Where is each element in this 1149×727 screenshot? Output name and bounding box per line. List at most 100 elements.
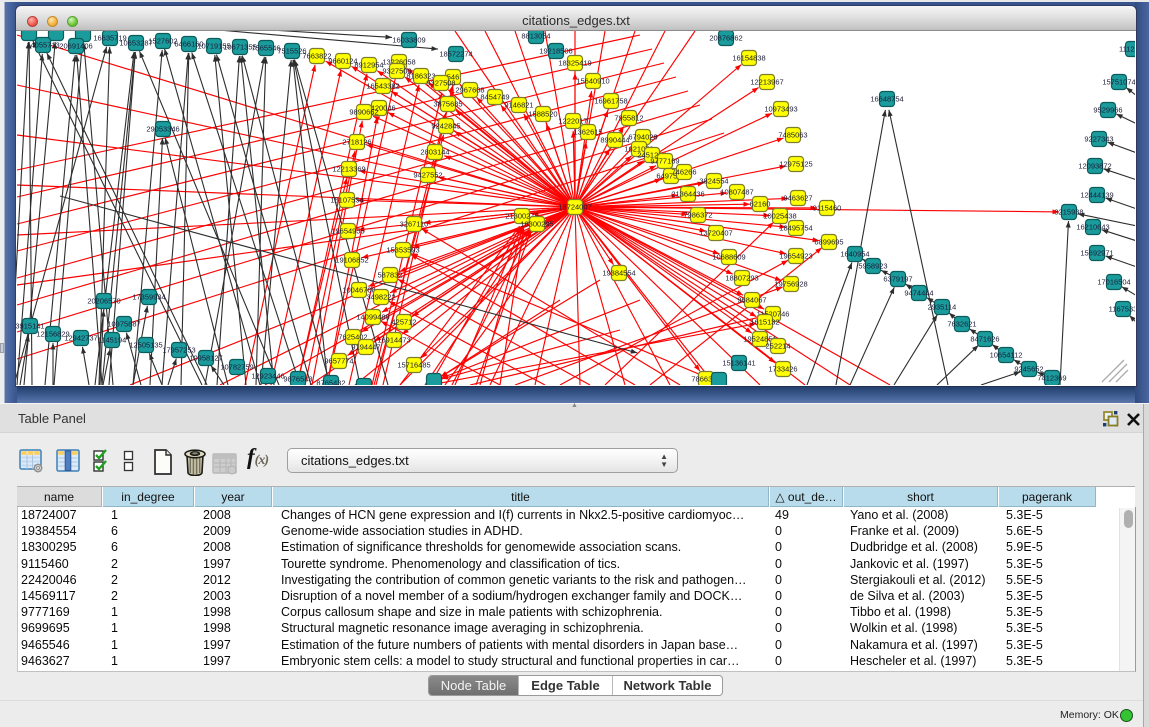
- svg-text:62160: 62160: [750, 200, 771, 209]
- svg-text:18724007: 18724007: [558, 203, 591, 212]
- svg-text:6899695: 6899695: [814, 238, 843, 247]
- svg-text:8912954: 8912954: [354, 61, 383, 70]
- svg-text:1362615: 1362615: [573, 128, 602, 137]
- svg-text:9227343: 9227343: [1084, 135, 1113, 144]
- svg-text:1145194: 1145194: [98, 336, 127, 345]
- svg-text:17359934: 17359934: [132, 293, 165, 302]
- svg-text:5958923: 5958923: [858, 262, 887, 271]
- svg-text:9327508: 9327508: [426, 79, 455, 88]
- svg-text:9657774: 9657774: [324, 357, 353, 366]
- svg-text:16154838: 16154838: [732, 54, 765, 63]
- svg-text:12942737: 12942737: [64, 334, 97, 343]
- svg-text:7565546: 7565546: [251, 44, 280, 53]
- svg-text:16961758: 16961758: [594, 97, 627, 106]
- svg-text:746266: 746266: [671, 168, 696, 177]
- svg-text:19756928: 19756928: [774, 280, 807, 289]
- svg-text:9876543: 9876543: [283, 375, 312, 384]
- svg-text:1588520: 1588520: [528, 110, 557, 119]
- svg-text:20876862: 20876862: [709, 34, 742, 43]
- svg-text:15353593: 15353593: [386, 246, 419, 255]
- svg-text:17016504: 17016504: [1097, 278, 1130, 287]
- svg-text:1733426: 1733426: [768, 365, 797, 374]
- svg-text:18325419: 18325419: [558, 59, 591, 68]
- svg-text:7955812: 7955812: [614, 114, 643, 123]
- svg-text:29053346: 29053346: [146, 125, 179, 134]
- svg-text:425712: 425712: [391, 318, 416, 327]
- svg-text:9474444: 9474444: [904, 289, 933, 298]
- svg-text:19654955: 19654955: [331, 227, 364, 236]
- svg-text:3875685: 3875685: [433, 100, 462, 109]
- svg-text:8990444: 8990444: [600, 136, 629, 145]
- svg-text:2718126: 2718126: [342, 138, 371, 147]
- svg-text:9684067: 9684067: [737, 296, 766, 305]
- svg-text:8813054: 8813054: [521, 32, 550, 41]
- svg-text:7986372: 7986372: [683, 211, 712, 220]
- svg-text:12213369: 12213369: [332, 165, 365, 174]
- svg-text:3824554: 3824554: [699, 177, 728, 186]
- svg-text:14055713: 14055713: [26, 41, 59, 50]
- svg-text:15692971: 15692971: [1080, 249, 1113, 258]
- svg-text:9890662: 9890662: [349, 108, 378, 117]
- svg-text:1615132: 1615132: [750, 318, 779, 327]
- svg-text:12975125: 12975125: [779, 160, 812, 169]
- svg-text:10973493: 10973493: [764, 105, 797, 114]
- svg-text:9529966: 9529966: [1093, 106, 1122, 115]
- svg-text:19106852: 19106852: [335, 256, 368, 265]
- svg-text:15751074: 15751074: [1102, 78, 1135, 87]
- svg-text:6379197: 6379197: [883, 275, 912, 284]
- svg-text:9463627: 9463627: [783, 194, 812, 203]
- svg-text:12505135: 12505135: [129, 341, 162, 350]
- svg-text:19218506: 19218506: [539, 47, 572, 56]
- svg-text:10807487: 10807487: [720, 188, 753, 197]
- svg-text:19384554: 19384554: [602, 269, 635, 278]
- svg-text:21364436: 21364436: [671, 190, 704, 199]
- svg-text:20691406: 20691406: [59, 42, 92, 51]
- svg-text:18107554: 18107554: [330, 196, 363, 205]
- svg-text:7632621: 7632621: [947, 320, 976, 329]
- svg-text:9194447: 9194447: [351, 343, 380, 352]
- svg-text:7412369: 7412369: [1037, 374, 1066, 383]
- svg-text:3215938: 3215938: [1054, 208, 1083, 217]
- svg-text:2803144: 2803144: [420, 148, 449, 157]
- svg-text:8765432: 8765432: [316, 379, 345, 385]
- svg-text:20206570: 20206570: [87, 297, 120, 306]
- svg-text:7485063: 7485063: [778, 131, 807, 140]
- svg-text:16543382: 16543382: [366, 82, 399, 91]
- svg-text:9427552: 9427552: [413, 171, 442, 180]
- svg-text:16914473: 16914473: [377, 336, 410, 345]
- svg-text:9115460: 9115460: [813, 204, 842, 213]
- svg-text:12923446: 12923446: [251, 372, 284, 381]
- svg-text:18495754: 18495754: [779, 224, 812, 233]
- svg-text:9777169: 9777169: [650, 157, 679, 166]
- svg-text:252214: 252214: [765, 342, 790, 351]
- svg-text:16033809: 16033809: [392, 36, 425, 45]
- svg-text:10958127: 10958127: [189, 354, 222, 363]
- svg-text:3267110: 3267110: [400, 220, 429, 229]
- svg-text:1640954: 1640954: [840, 250, 869, 259]
- svg-text:9245652: 9245652: [1014, 365, 1043, 374]
- svg-text:13720407: 13720407: [699, 229, 732, 238]
- svg-text:9660124: 9660124: [328, 57, 357, 66]
- svg-text:12213967: 12213967: [750, 78, 783, 87]
- svg-text:15136141: 15136141: [722, 359, 755, 368]
- svg-text:9242845: 9242845: [431, 122, 460, 131]
- svg-text:14099489: 14099489: [356, 313, 389, 322]
- svg-text:10782759: 10782759: [220, 363, 253, 372]
- svg-text:1527602: 1527602: [148, 37, 177, 46]
- svg-text:9146821: 9146821: [504, 101, 533, 110]
- svg-text:16648754: 16648754: [870, 95, 903, 104]
- svg-text:16210643: 16210643: [1076, 223, 1109, 232]
- svg-text:15716485: 15716485: [397, 361, 430, 370]
- svg-text:7515526: 7515526: [277, 47, 306, 56]
- svg-text:2935114: 2935114: [928, 303, 957, 312]
- svg-text:19654923: 19654923: [779, 252, 812, 261]
- svg-text:18807293: 18807293: [725, 274, 758, 283]
- svg-text:18300295: 18300295: [520, 220, 553, 229]
- svg-text:12444139: 12444139: [1080, 191, 1113, 200]
- svg-text:10025438: 10025438: [763, 212, 796, 221]
- svg-text:1167533: 1167533: [1109, 305, 1135, 314]
- svg-text:587832: 587832: [377, 271, 402, 280]
- svg-text:6794028: 6794028: [628, 133, 657, 142]
- svg-text:8471626: 8471626: [970, 335, 999, 344]
- svg-text:12093872: 12093872: [1078, 162, 1111, 171]
